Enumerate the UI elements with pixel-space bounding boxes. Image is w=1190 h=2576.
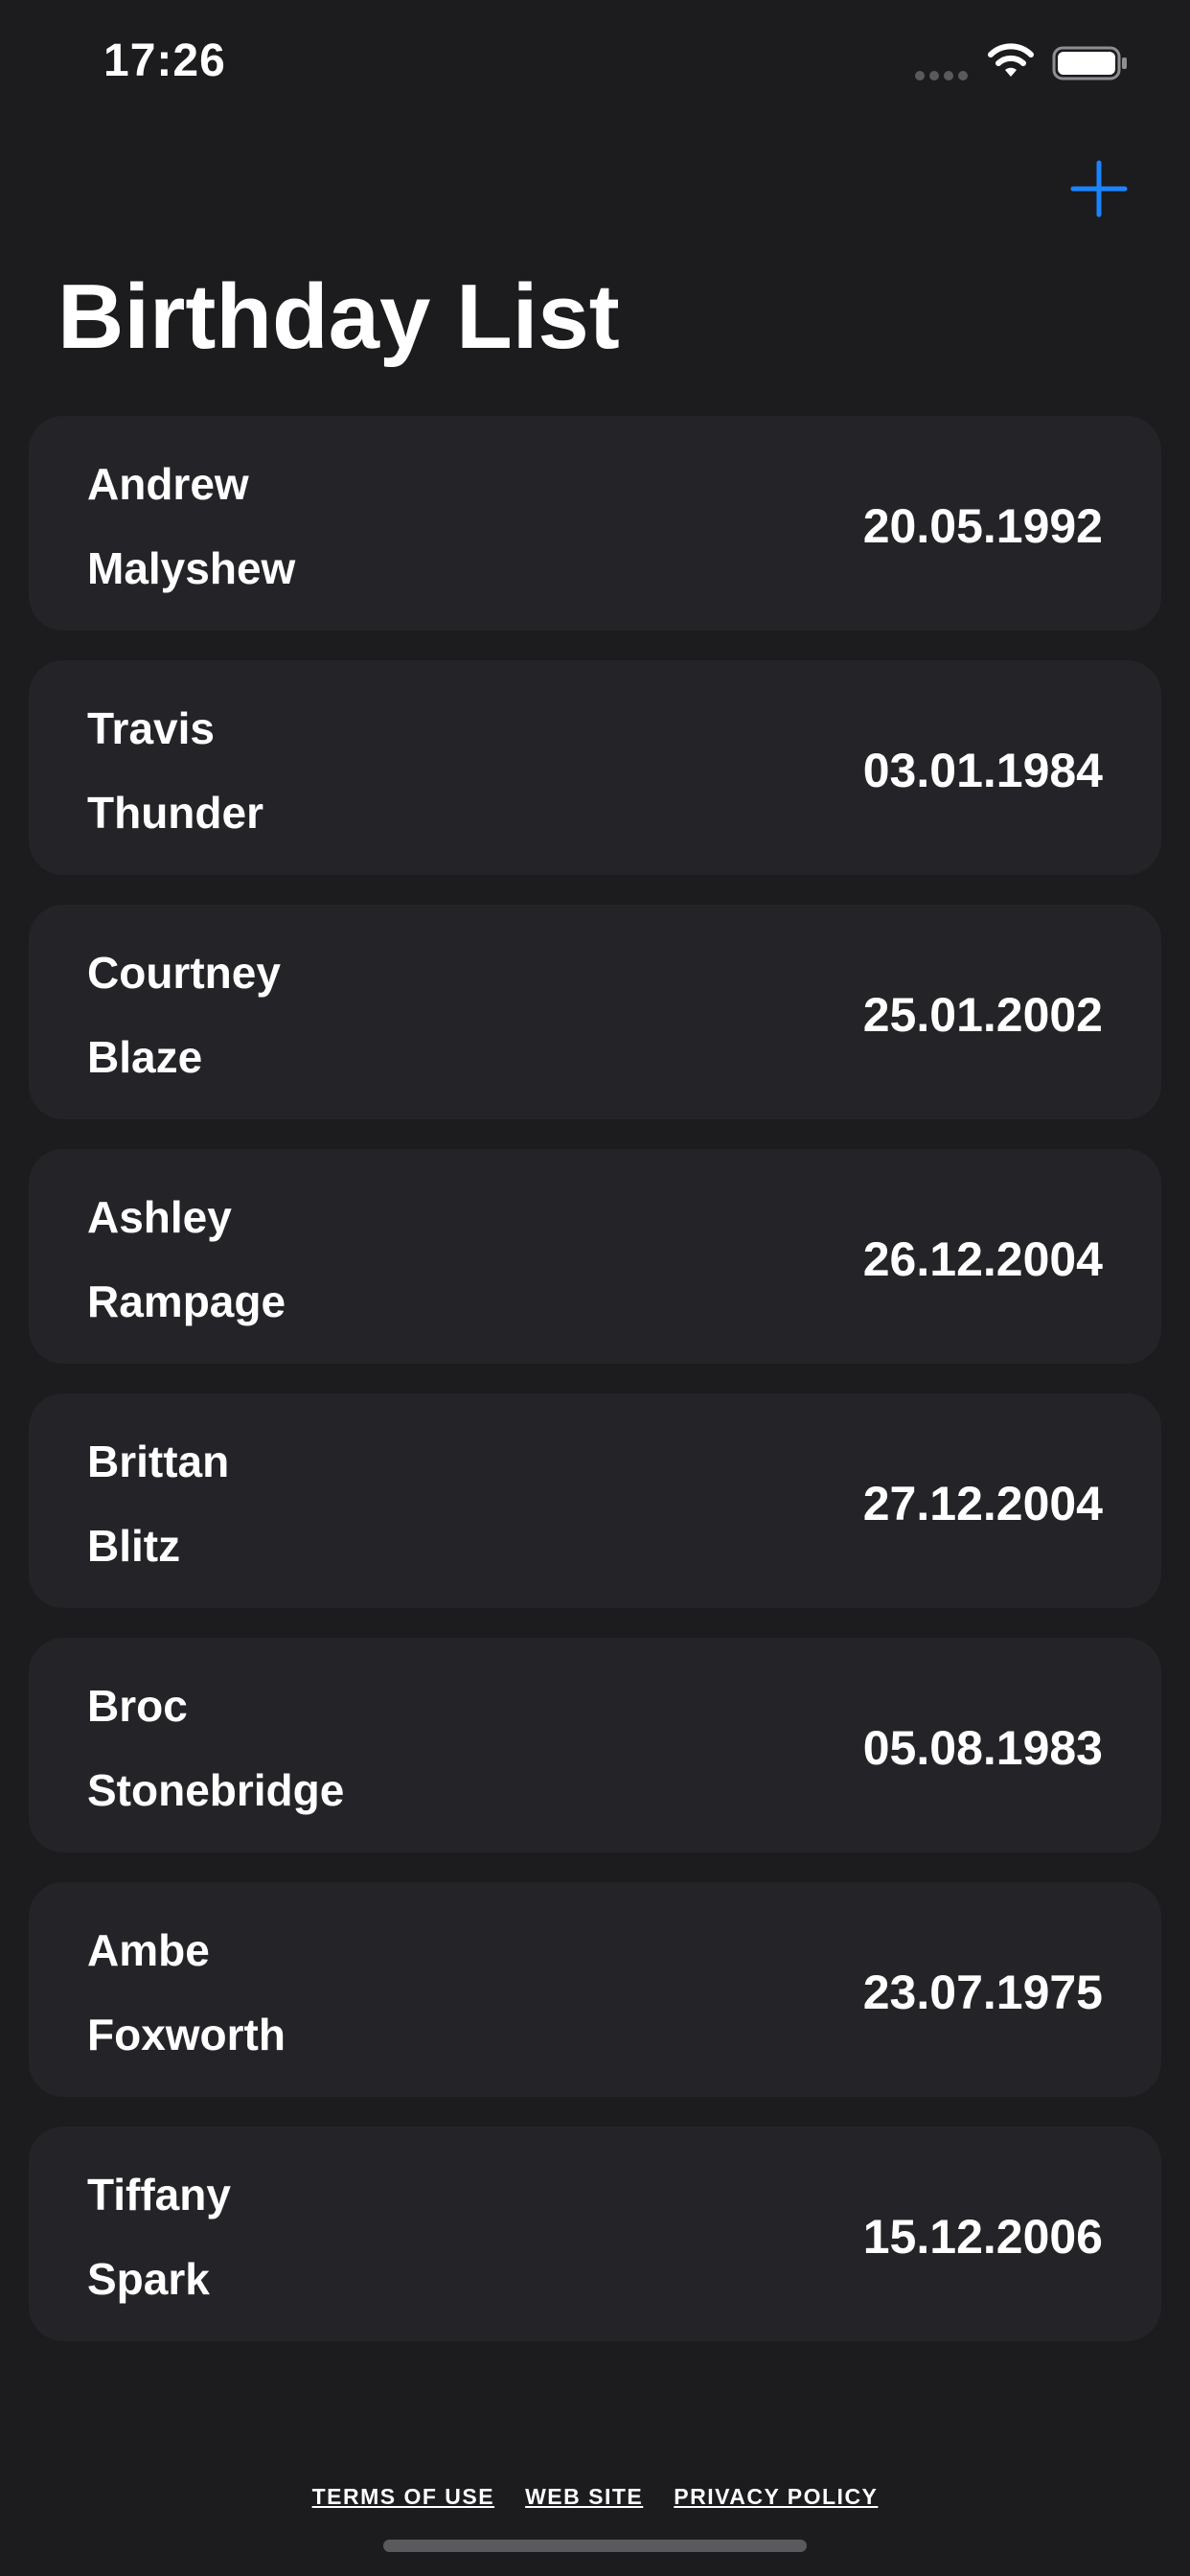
birth-date: 20.05.1992 [862,499,1103,553]
wifi-icon [988,43,1034,77]
birth-date: 23.07.1975 [862,1966,1103,2019]
first-name: Ambe [87,1925,210,1975]
last-name: Rampage [87,1276,286,1326]
battery-icon [1052,46,1127,80]
status-time: 17:26 [103,35,226,86]
footer-links: TERMS OF USE WEB SITE PRIVACY POLICY [0,2484,1190,2510]
first-name: Andrew [87,459,249,509]
birthday-card[interactable]: Brittan Blitz 27.12.2004 [29,1393,1161,1608]
last-name: Malyshew [87,543,296,593]
add-button[interactable] [1069,159,1129,218]
first-name: Travis [87,703,215,753]
birthday-card[interactable]: Broc Stonebridge 05.08.1983 [29,1638,1161,1852]
last-name: Foxworth [87,2010,286,2059]
terms-of-use-link[interactable]: TERMS OF USE [312,2484,495,2510]
home-indicator[interactable] [383,2540,807,2552]
page-title: Birthday List [57,265,620,368]
birthday-card[interactable]: Andrew Malyshew 20.05.1992 [29,416,1161,631]
first-name: Broc [87,1681,188,1731]
birthday-list: Andrew Malyshew 20.05.1992 Travis Thunde… [29,416,1161,2371]
last-name: Spark [87,2254,210,2304]
birth-date: 03.01.1984 [862,744,1103,797]
first-name: Courtney [87,948,281,998]
birth-date: 25.01.2002 [862,988,1103,1042]
last-name: Blitz [87,1521,181,1571]
birth-date: 05.08.1983 [862,1721,1103,1775]
status-bar: 17:26 [0,0,1190,126]
birth-date: 26.12.2004 [862,1232,1103,1286]
privacy-policy-link[interactable]: PRIVACY POLICY [674,2484,878,2510]
last-name: Stonebridge [87,1765,345,1815]
first-name: Brittan [87,1437,230,1486]
website-link[interactable]: WEB SITE [525,2484,643,2510]
birthday-card[interactable]: Tiffany Spark 15.12.2006 [29,2127,1161,2341]
plus-icon [1070,160,1128,218]
first-name: Tiffany [87,2170,231,2220]
birth-date: 15.12.2006 [862,2210,1103,2264]
birth-date: 27.12.2004 [862,1477,1103,1530]
last-name: Blaze [87,1032,203,1082]
last-name: Thunder [87,788,263,838]
birthday-card[interactable]: Travis Thunder 03.01.1984 [29,660,1161,875]
birthday-card[interactable]: Ambe Foxworth 23.07.1975 [29,1882,1161,2097]
birthday-card[interactable]: Courtney Blaze 25.01.2002 [29,905,1161,1119]
birthday-card[interactable]: Ashley Rampage 26.12.2004 [29,1149,1161,1364]
cellular-signal-icon [915,71,968,80]
first-name: Ashley [87,1192,232,1242]
